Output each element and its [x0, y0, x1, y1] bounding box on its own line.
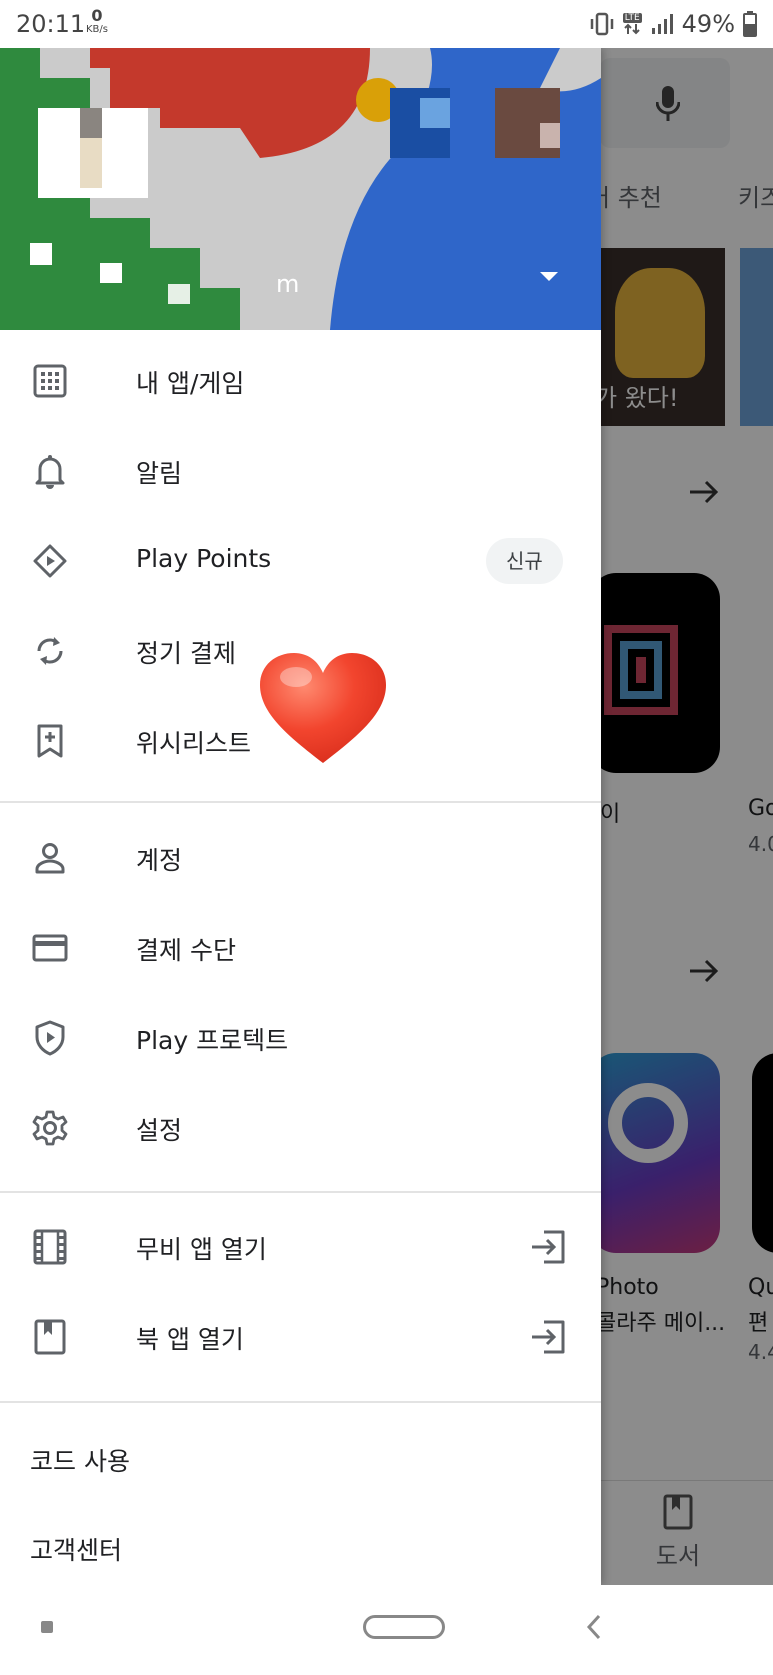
lte-icon: LTE [622, 13, 642, 35]
gear-icon [32, 1110, 68, 1146]
account-name: m [276, 270, 300, 298]
vibrate-icon [589, 12, 615, 36]
menu-item-label: 북 앱 열기 [136, 1325, 244, 1354]
status-time: 20:11 [16, 10, 86, 38]
menu-item-label: Play 프로텍트 [136, 1026, 289, 1055]
person-icon [32, 840, 68, 876]
account-header[interactable]: m [0, 48, 601, 330]
recent-apps-button[interactable] [41, 1621, 53, 1633]
heart-sticker-icon [260, 653, 386, 763]
refresh-cycle-icon [32, 633, 68, 669]
shield-play-icon [32, 1020, 68, 1056]
menu-item-payment-methods[interactable]: 결제 수단 [0, 903, 601, 993]
network-speed: 0 KB/s [86, 6, 108, 36]
menu-item-label: 알림 [136, 459, 183, 488]
menu-item-label: 위시리스트 [136, 729, 252, 758]
divider [0, 1191, 601, 1193]
network-speed-value: 0 [91, 6, 103, 25]
chevron-down-icon[interactable] [538, 270, 560, 284]
apps-grid-icon [32, 363, 68, 399]
open-external-icon [530, 1319, 568, 1359]
account-cover-art [0, 48, 601, 330]
divider [0, 1401, 601, 1403]
menu-item-play-protect[interactable]: Play 프로텍트 [0, 993, 601, 1083]
navigation-drawer: m 내 앱/게임 알림 Play Points 신규 정기 결제 위시리스트 계… [0, 48, 601, 1585]
menu-item-account[interactable]: 계정 [0, 813, 601, 903]
book-icon [32, 1319, 68, 1355]
divider [0, 801, 601, 803]
battery-icon [743, 11, 757, 37]
new-badge: 신규 [486, 538, 563, 584]
menu-item-label: Play Points [136, 544, 272, 573]
menu-item-notifications[interactable]: 알림 [0, 426, 601, 516]
menu-item-label: 계정 [136, 846, 183, 875]
credit-card-icon [32, 930, 68, 966]
back-button[interactable] [586, 1613, 602, 1641]
menu-item-label: 정기 결제 [136, 639, 236, 668]
film-icon [32, 1229, 68, 1265]
help-center-link[interactable]: 고객센터 [30, 1531, 122, 1567]
menu-item-label: 무비 앱 열기 [136, 1235, 267, 1264]
network-speed-unit: KB/s [86, 24, 108, 35]
menu-item-play-points[interactable]: Play Points 신규 [0, 516, 601, 606]
status-bar: 20:11 0 KB/s LTE 49% [0, 0, 773, 48]
system-navigation-bar [0, 1585, 773, 1675]
menu-item-label: 설정 [136, 1116, 183, 1145]
status-icons: LTE 49% [589, 10, 757, 38]
bookmark-add-icon [32, 723, 68, 759]
home-button[interactable] [363, 1615, 445, 1639]
menu-item-open-books-app[interactable]: 북 앱 열기 [0, 1292, 601, 1382]
menu-item-label: 내 앱/게임 [136, 369, 245, 398]
play-points-diamond-icon [32, 543, 68, 579]
bell-icon [32, 453, 68, 489]
menu-item-open-movies-app[interactable]: 무비 앱 열기 [0, 1202, 601, 1292]
lte-label: LTE [622, 13, 642, 23]
signal-icon [650, 12, 674, 36]
redeem-code-link[interactable]: 코드 사용 [30, 1442, 130, 1478]
menu-item-label: 결제 수단 [136, 936, 236, 965]
battery-percent: 49% [681, 10, 735, 38]
menu-item-my-apps[interactable]: 내 앱/게임 [0, 336, 601, 426]
open-external-icon [530, 1229, 568, 1269]
menu-item-settings[interactable]: 설정 [0, 1083, 601, 1173]
